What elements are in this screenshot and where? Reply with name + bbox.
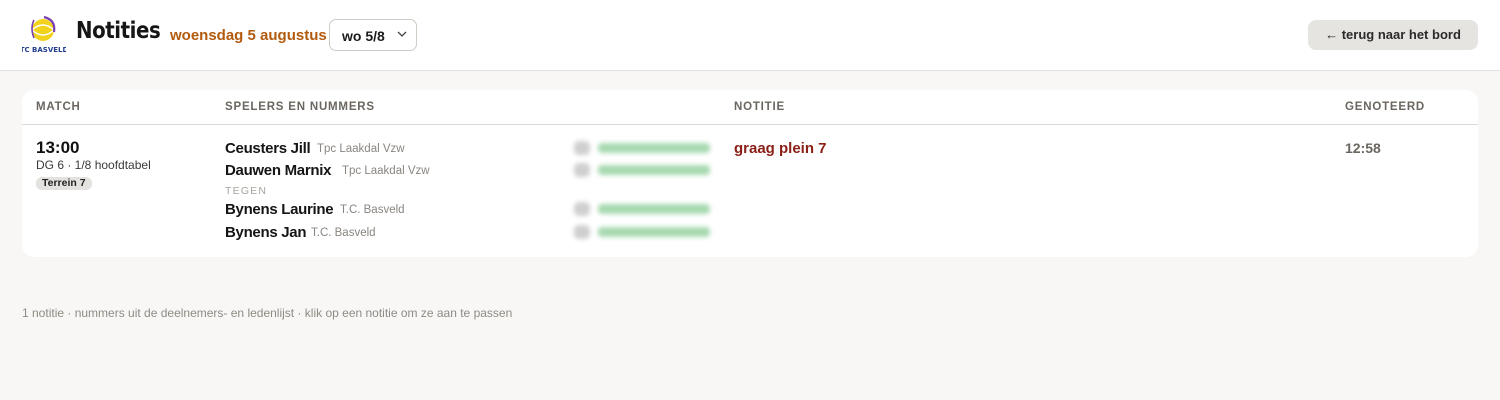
phone-number-redacted[interactable]: [574, 202, 712, 216]
phone-number-redacted[interactable]: [574, 225, 712, 239]
player-club: Tpc Laakdal Vzw: [317, 143, 405, 155]
phone-icon: [574, 202, 590, 216]
day-select-value: wo 5/8: [342, 28, 385, 44]
noted-time: 12:58: [1345, 140, 1381, 156]
versus-label: TEGEN: [225, 185, 268, 197]
club-logo: TC BASVELD: [20, 14, 68, 56]
table-header: MATCH SPELERS EN NUMMERS NOTITIE GENOTEE…: [22, 90, 1478, 125]
chevron-down-icon: [397, 31, 407, 37]
phone-number-redacted[interactable]: [574, 163, 712, 177]
current-date: woensdag 5 augustus: [170, 27, 327, 44]
logo-text: TC BASVELD: [22, 46, 66, 54]
phone-number-blur: [598, 143, 710, 153]
match-description: DG 6 · 1/8 hoofdtabel: [36, 158, 151, 172]
column-header-noted: GENOTEERD: [1345, 101, 1426, 113]
note-text[interactable]: graag plein 7: [734, 140, 827, 157]
column-header-match: MATCH: [36, 101, 81, 113]
phone-icon: [574, 225, 590, 239]
column-header-note: NOTITIE: [734, 101, 785, 113]
day-select[interactable]: wo 5/8: [329, 19, 417, 51]
notes-table: MATCH SPELERS EN NUMMERS NOTITIE GENOTEE…: [22, 90, 1478, 257]
phone-icon: [574, 141, 590, 155]
player-name: Dauwen Marnix: [225, 162, 332, 179]
player-club: T.C. Basveld: [311, 227, 376, 239]
player-name: Bynens Jan: [225, 224, 307, 241]
player-club: T.C. Basveld: [340, 204, 405, 216]
phone-number-blur: [598, 227, 710, 237]
top-bar: TC BASVELD Notities woensdag 5 augustus …: [0, 0, 1500, 71]
match-time: 13:00: [36, 138, 80, 157]
phone-number-blur: [598, 204, 710, 214]
player-name: Bynens Laurine: [225, 201, 334, 218]
player-club: Tpc Laakdal Vzw: [342, 165, 430, 177]
court-badge: Terrein 7: [36, 177, 92, 190]
back-to-board-button[interactable]: ← terug naar het bord: [1308, 20, 1478, 50]
page-title: Notities: [76, 18, 161, 44]
player-name: Ceusters Jill: [225, 140, 311, 157]
club-logo-icon: TC BASVELD: [20, 15, 68, 54]
footer-note: 1 notitie · nummers uit de deelnemers- e…: [22, 306, 513, 320]
phone-icon: [574, 163, 590, 177]
phone-number-redacted[interactable]: [574, 141, 712, 155]
phone-number-blur: [598, 165, 710, 175]
column-header-players: SPELERS EN NUMMERS: [225, 101, 375, 113]
